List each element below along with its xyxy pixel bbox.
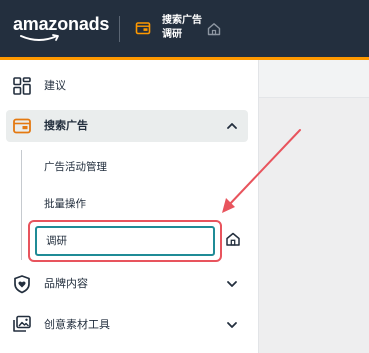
sidebar-item-sponsored-ads[interactable]: 搜索广告	[6, 110, 248, 142]
subnav-item-research[interactable]: 调研	[35, 226, 215, 256]
grid-icon	[13, 77, 31, 95]
home-icon[interactable]	[206, 21, 222, 37]
chevron-down-icon[interactable]	[225, 277, 239, 291]
sidebar-item-label: 建议	[44, 79, 66, 92]
amazon-ads-logo[interactable]: amazonads	[13, 14, 113, 44]
subnav-item-label: 批量操作	[44, 198, 86, 210]
subnav-item-label: 广告活动管理	[44, 161, 107, 173]
sidebar-item-label: 搜索广告	[44, 119, 88, 132]
subnav-item-campaign-manager[interactable]: 广告活动管理	[30, 152, 220, 182]
app-window: amazonads 搜索广告 调研 建议 搜索广告 广告活动管理 批量操作 品牌…	[0, 0, 369, 353]
chevron-up-icon[interactable]	[225, 119, 239, 133]
header-divider	[119, 16, 120, 42]
sidebar-item-recommendations[interactable]: 建议	[0, 66, 258, 106]
content-header-bar	[259, 60, 369, 98]
subnav-item-bulk-operations[interactable]: 批量操作	[30, 189, 220, 219]
context-title[interactable]: 搜索广告	[162, 14, 202, 27]
sidebar-item-label: 创意素材工具	[44, 318, 110, 331]
home-icon	[226, 232, 240, 246]
chevron-down-icon[interactable]	[225, 318, 239, 332]
top-navigation-bar: amazonads 搜索广告 调研	[0, 0, 369, 57]
sidebar-item-label: 品牌内容	[44, 277, 88, 290]
subnav-tree-line	[21, 150, 22, 260]
ad-card-icon	[13, 118, 31, 134]
context-subtitle[interactable]: 调研	[162, 28, 182, 41]
shield-heart-icon	[14, 275, 30, 294]
logo-text: amazonads	[13, 14, 110, 34]
sidebar-item-creative-tools[interactable]: 创意素材工具	[0, 305, 258, 345]
sidebar: 建议 搜索广告 广告活动管理 批量操作 品牌内容 创意素材工具	[0, 60, 258, 353]
ad-card-icon	[135, 22, 151, 35]
sidebar-item-brand-content[interactable]: 品牌内容	[0, 264, 258, 304]
main-content	[258, 60, 369, 353]
logo-smile-icon	[20, 34, 59, 41]
research-home-shortcut[interactable]	[221, 224, 245, 254]
subnav-item-label: 调研	[46, 235, 67, 247]
image-stack-icon	[13, 315, 31, 332]
